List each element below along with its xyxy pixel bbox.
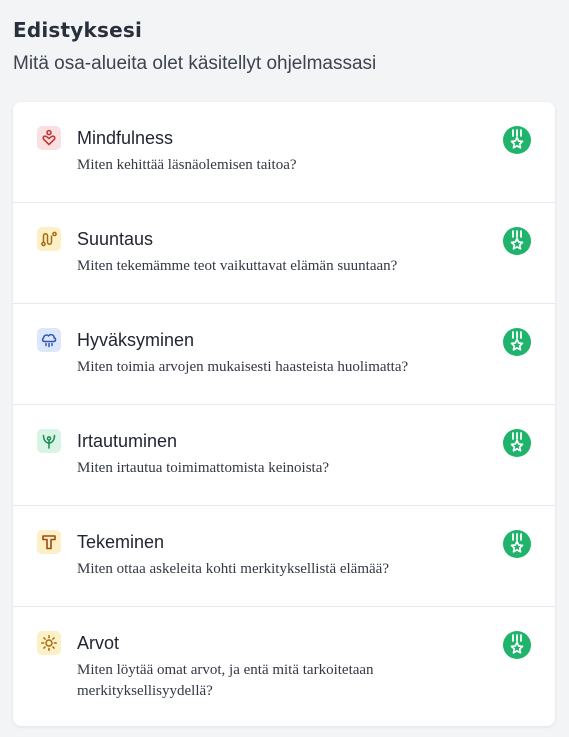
topic-title: Tekeminen bbox=[77, 532, 165, 552]
topic-row-hyvaksyminen[interactable]: Hyväksyminen Miten toimia arvojen mukais… bbox=[13, 304, 555, 405]
progress-page: Edistyksesi Mitä osa-alueita olet käsite… bbox=[0, 0, 569, 737]
topic-description: Miten tekemämme teot vaikuttavat elämän … bbox=[77, 258, 398, 274]
topic-description: Miten löytää omat arvot, ja entä mitä ta… bbox=[77, 662, 374, 699]
topic-description: Miten toimia arvojen mukaisesti haasteis… bbox=[77, 359, 409, 375]
topic-description: Miten kehittää läsnäolemisen taitoa? bbox=[77, 157, 297, 173]
topic-row-arvot[interactable]: Arvot Miten löytää omat arvot, ja entä m… bbox=[13, 607, 555, 726]
topics-card: Mindfulness Miten kehittää läsnäolemisen… bbox=[13, 102, 555, 726]
page-subtitle: Mitä osa-alueita olet käsitellyt ohjelma… bbox=[13, 53, 377, 74]
medal-star-icon bbox=[503, 126, 531, 154]
topic-title: Hyväksyminen bbox=[77, 330, 195, 350]
page-title: Edistyksesi bbox=[13, 18, 143, 42]
rain-cloud-icon bbox=[37, 328, 61, 352]
sun-icon bbox=[37, 631, 61, 655]
topic-row-irtautuminen[interactable]: Irtautuminen Miten irtautua toimimattomi… bbox=[13, 405, 555, 506]
topic-row-mindfulness[interactable]: Mindfulness Miten kehittää läsnäolemisen… bbox=[13, 102, 555, 203]
topic-title: Arvot bbox=[77, 633, 120, 653]
medal-star-icon bbox=[503, 328, 531, 356]
medal-star-icon bbox=[503, 530, 531, 558]
hammer-icon bbox=[37, 530, 61, 554]
topic-row-suuntaus[interactable]: Suuntaus Miten tekemämme teot vaikuttava… bbox=[13, 203, 555, 304]
path-route-icon bbox=[37, 227, 61, 251]
heart-person-icon bbox=[37, 126, 61, 150]
medal-star-icon bbox=[503, 429, 531, 457]
topic-description: Miten ottaa askeleita kohti merkityksell… bbox=[77, 561, 389, 577]
topic-title: Mindfulness bbox=[77, 128, 174, 148]
sprout-icon bbox=[37, 429, 61, 453]
medal-star-icon bbox=[503, 631, 531, 659]
topic-description: Miten irtautua toimimattomista keinoista… bbox=[77, 460, 330, 476]
topic-title: Suuntaus bbox=[77, 229, 154, 249]
medal-star-icon bbox=[503, 227, 531, 255]
topic-title: Irtautuminen bbox=[77, 431, 178, 451]
topic-row-tekeminen[interactable]: Tekeminen Miten ottaa askeleita kohti me… bbox=[13, 506, 555, 607]
